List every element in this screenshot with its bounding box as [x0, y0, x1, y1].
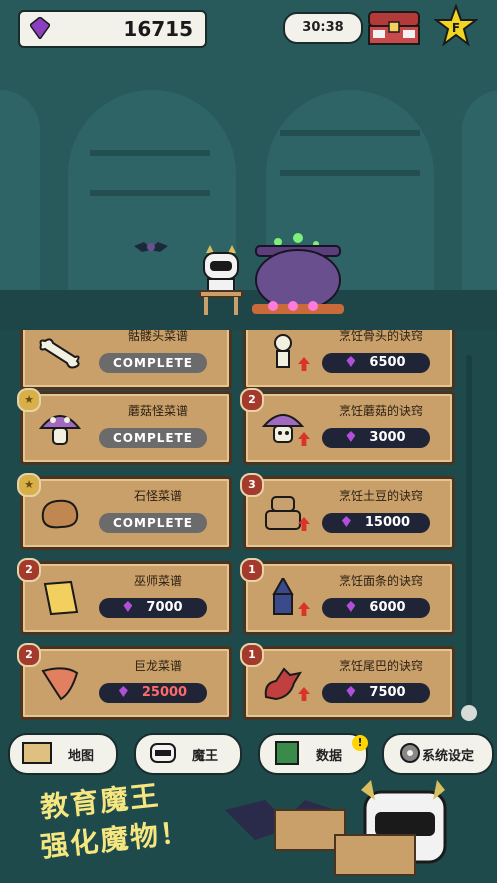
scrollbar-track[interactable] [466, 355, 472, 715]
timer: 30:38 [283, 12, 363, 44]
card-title: 骷髅头菜谱 [127, 330, 188, 343]
buy-button[interactable]: 3000 [322, 428, 430, 448]
gem-icon [346, 356, 356, 367]
card-title: 石怪菜谱 [133, 489, 182, 503]
kitchen-scene [0, 0, 497, 330]
demon-king-button[interactable]: 魔王 [134, 733, 242, 775]
buy-button[interactable]: 7500 [322, 683, 430, 703]
skeleton-icon [274, 334, 292, 368]
recipe-list[interactable]: 骷髅头菜谱 COMPLETE 烹饪骨头的诀窍 6500 ★ 蘑菇怪菜谱 COMP… [0, 330, 497, 720]
map-icon [22, 742, 52, 764]
demon-king-icon [150, 743, 176, 763]
scroll-icon [43, 580, 79, 616]
card-title: 烹饪蘑菇的诀窍 [338, 404, 423, 418]
buy-button[interactable]: 7000 [99, 598, 207, 618]
recipe-card[interactable]: 2 巫师菜谱 7000 [17, 558, 232, 635]
status-complete: COMPLETE [99, 428, 207, 448]
mushroom-monster-icon [261, 414, 305, 443]
gem-count: 16715 [123, 17, 193, 41]
book-icon [275, 741, 299, 765]
card-title: 烹饪尾巴的诀窍 [338, 659, 423, 673]
card-title: 蘑菇怪菜谱 [127, 404, 188, 418]
recipe-card[interactable]: 骷髅头菜谱 COMPLETE [20, 330, 232, 390]
shelf [280, 170, 420, 176]
recipe-card[interactable]: ★ 蘑菇怪菜谱 COMPLETE [17, 388, 232, 465]
recipe-card[interactable]: ★ 石怪菜谱 COMPLETE [17, 473, 232, 550]
price: 3000 [369, 430, 406, 445]
demon-king-mascot [225, 780, 447, 876]
recipe-card[interactable]: 烹饪骨头的诀窍 6500 [243, 330, 455, 390]
recipe-card[interactable]: 1 烹饪尾巴的诀窍 7500 [240, 643, 455, 720]
bone-icon [39, 338, 80, 369]
gem-icon [346, 601, 356, 612]
dragon-icon [264, 667, 303, 701]
alert-badge: ! [352, 735, 368, 751]
price: 25000 [141, 685, 188, 700]
gem-icon [30, 17, 50, 39]
status-complete: COMPLETE [99, 353, 207, 373]
price: 6500 [369, 355, 406, 370]
recipe-card[interactable]: 1 烹饪面条的诀窍 6000 [240, 558, 455, 635]
price: 15000 [364, 515, 411, 530]
chef-character[interactable] [196, 245, 246, 317]
price: 6000 [369, 600, 406, 615]
rock-icon [41, 499, 79, 529]
card-title: 烹饪面条的诀窍 [338, 574, 423, 588]
card-title: 烹饪骨头的诀窍 [338, 330, 423, 343]
cauldron-icon[interactable] [248, 232, 348, 317]
buy-button[interactable]: 15000 [322, 513, 430, 533]
buy-button[interactable]: 6500 [322, 353, 430, 373]
map-button[interactable]: 地图 [8, 733, 118, 775]
golem-icon [265, 496, 301, 530]
recipe-card[interactable]: 2 巨龙菜谱 25000 [17, 643, 232, 720]
map-label: 地图 [68, 749, 95, 764]
bat-icon [134, 242, 168, 252]
shelf [90, 150, 210, 156]
gem-icon [123, 601, 133, 612]
card-title: 巨龙菜谱 [133, 659, 182, 673]
card-title: 巫师菜谱 [133, 574, 182, 588]
settings-label: 系统设定 [422, 749, 475, 764]
buy-button[interactable]: 25000 [99, 683, 207, 703]
gem-icon [346, 686, 356, 697]
buy-button[interactable]: 6000 [322, 598, 430, 618]
star-icon[interactable]: F [434, 4, 478, 48]
recipe-card[interactable]: 2 烹饪蘑菇的诀窍 3000 [240, 388, 455, 465]
wizard-icon [272, 578, 294, 615]
status-complete: COMPLETE [99, 513, 207, 533]
claw-icon [41, 667, 79, 701]
svg-text:F: F [452, 21, 460, 35]
card-title: 烹饪土豆的诀窍 [338, 489, 423, 503]
mushroom-icon [38, 415, 82, 445]
recipe-card[interactable]: 3 烹饪土豆的诀窍 15000 [240, 473, 455, 550]
gem-counter: 16715 [18, 10, 207, 48]
shelf [280, 130, 420, 136]
demon-king-label: 魔王 [192, 749, 219, 764]
treasure-chest-icon[interactable] [367, 8, 421, 46]
data-label: 数据 [316, 749, 343, 764]
settings-button[interactable]: 系统设定 [382, 733, 494, 775]
shelf [90, 190, 210, 196]
gem-icon [341, 516, 351, 527]
gem-icon [346, 431, 356, 442]
price: 7000 [146, 600, 183, 615]
scrollbar-thumb[interactable] [461, 705, 477, 721]
gem-icon [118, 686, 128, 697]
price: 7500 [369, 685, 406, 700]
